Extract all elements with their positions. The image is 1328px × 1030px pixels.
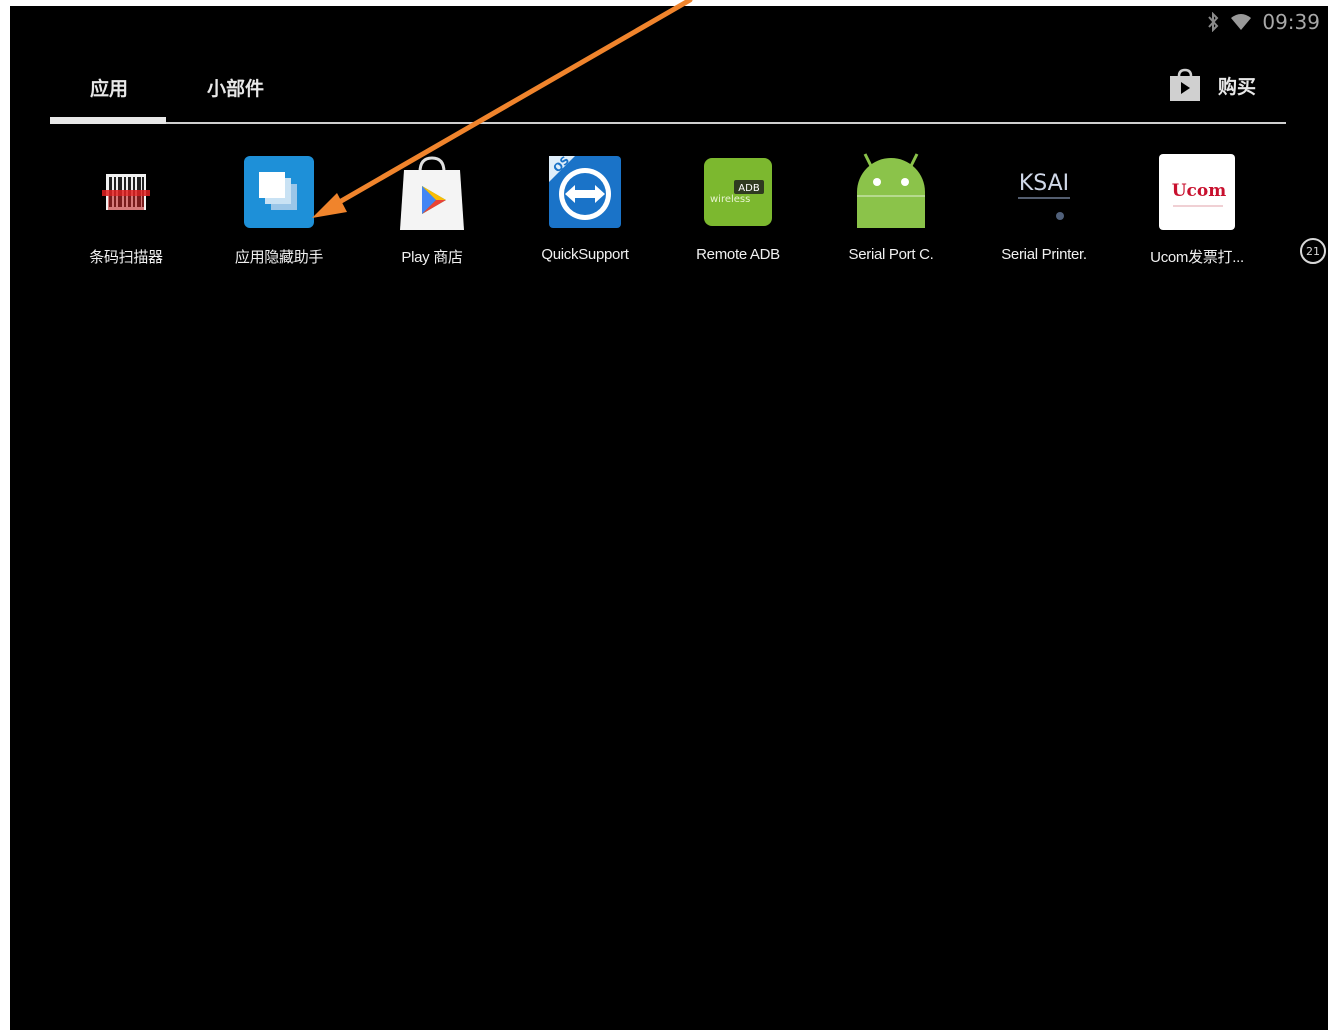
tab-bar: 应用 小部件 购买 <box>50 62 1286 124</box>
svg-text:wireless: wireless <box>710 194 750 205</box>
ucom-icon-text: Ucom <box>1172 181 1227 201</box>
quicksupport-icon: QS <box>545 152 625 232</box>
store-button[interactable]: 购买 <box>1168 68 1256 102</box>
app-label: Remote ADB <box>696 246 780 263</box>
app-label: QuickSupport <box>541 246 629 263</box>
app-quicksupport[interactable]: QS QuickSupport <box>509 152 661 282</box>
page-indicator-badge[interactable]: 21 <box>1300 238 1326 264</box>
android-robot-icon <box>851 152 931 232</box>
app-serial-printer[interactable]: KSAI Serial Printer. <box>968 152 1120 282</box>
wifi-icon <box>1231 14 1252 30</box>
app-ucom-invoice[interactable]: Ucom Ucom发票打... <box>1121 152 1273 282</box>
app-label: Serial Printer. <box>1001 246 1087 263</box>
app-hide-helper[interactable]: 应用隐藏助手 <box>203 152 355 282</box>
app-label: 条码扫描器 <box>89 249 163 266</box>
status-bar: 09:39 <box>1206 8 1320 36</box>
remote-adb-icon-text: ADB <box>738 183 760 194</box>
barcode-scanner-icon <box>86 152 166 232</box>
clock: 09:39 <box>1262 10 1320 34</box>
app-play-store[interactable]: Play 商店 <box>356 152 508 282</box>
play-store-icon <box>392 152 472 232</box>
app-barcode-scanner[interactable]: 条码扫描器 <box>50 152 202 282</box>
store-label: 购买 <box>1217 75 1256 98</box>
app-grid: 条码扫描器 应用隐藏助手 Play 商店 QS QuickSupport ADB… <box>50 152 1290 292</box>
ucom-icon: Ucom <box>1157 152 1237 232</box>
ksai-icon: KSAI <box>1004 152 1084 232</box>
app-remote-adb[interactable]: ADB wireless Remote ADB <box>662 152 814 282</box>
app-drawer-screen: 09:39 应用 小部件 购买 条码扫描器 应用隐藏助手 Play 商店 QS … <box>10 6 1328 1030</box>
remote-adb-icon: ADB wireless <box>698 152 778 232</box>
tab-selected-indicator <box>50 117 166 124</box>
tab-widgets[interactable]: 小部件 <box>207 74 264 101</box>
app-serial-port[interactable]: Serial Port C. <box>815 152 967 282</box>
ksai-icon-text: KSAI <box>1019 171 1069 196</box>
app-label: Play 商店 <box>401 249 463 266</box>
play-store-bag-icon <box>1169 68 1200 101</box>
app-hide-helper-icon <box>239 152 319 232</box>
tab-apps[interactable]: 应用 <box>90 74 128 101</box>
app-label: Serial Port C. <box>848 246 934 263</box>
app-label: Ucom发票打... <box>1150 249 1244 266</box>
bluetooth-icon <box>1208 12 1219 32</box>
app-label: 应用隐藏助手 <box>234 249 324 266</box>
